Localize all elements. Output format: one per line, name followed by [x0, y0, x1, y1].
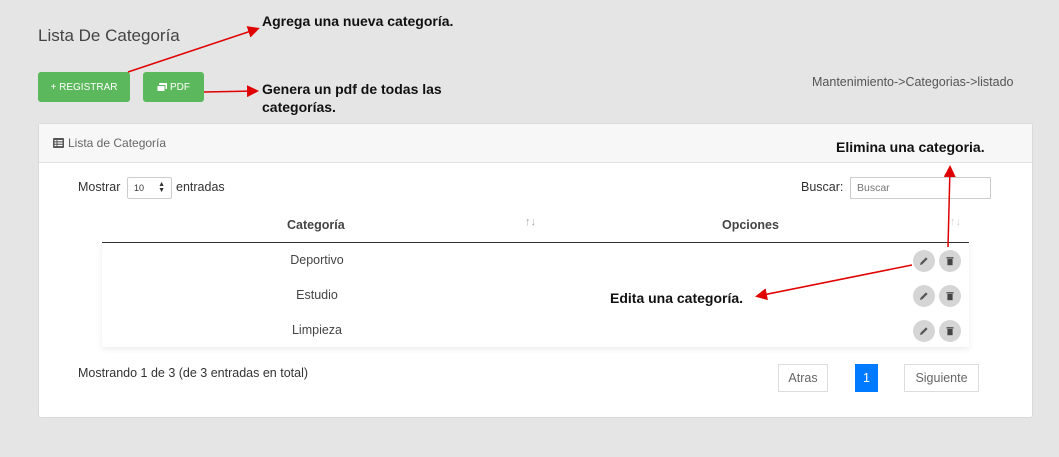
pagination-page-button[interactable]: 1	[855, 364, 878, 392]
annotation-pdf-line1: Genera un pdf de todas las	[262, 81, 442, 97]
pencil-icon	[920, 327, 928, 335]
table-row: Deportivo	[102, 243, 969, 278]
sort-icon[interactable]: ↑↓	[525, 216, 536, 228]
list-icon	[53, 138, 64, 148]
register-button[interactable]: + REGISTRAR	[38, 72, 130, 102]
search-field[interactable]	[850, 177, 991, 199]
trash-icon	[946, 257, 954, 266]
category-cell: Deportivo	[290, 253, 344, 267]
breadcrumb: Mantenimiento->Categorias->listado	[812, 75, 1014, 89]
trash-icon	[946, 292, 954, 301]
page-size-select[interactable]: 10 ▲ ▼	[127, 177, 172, 199]
show-label: Mostrar	[78, 180, 121, 194]
pencil-icon	[920, 257, 928, 265]
pdf-button-label: PDF	[170, 81, 190, 93]
pagination-page-label: 1	[863, 371, 870, 385]
table-row: Limpieza	[102, 313, 969, 348]
page-title: Lista De Categoría	[38, 26, 180, 45]
annotation-pdf-line2: categorías.	[262, 99, 336, 115]
category-cell: Estudio	[296, 288, 338, 302]
search-label: Buscar:	[801, 180, 844, 194]
column-header-categoria[interactable]: Categoría	[287, 218, 345, 232]
pdf-button[interactable]: PDF	[143, 72, 204, 102]
table-body: Deportivo Estudio Limpieza	[102, 243, 969, 347]
pagination-next-label: Siguiente	[915, 371, 968, 385]
pagination-next-button[interactable]: Siguiente	[904, 364, 979, 392]
delete-button[interactable]	[939, 320, 961, 342]
edit-button[interactable]	[913, 320, 935, 342]
select-arrows-icon: ▲ ▼	[158, 181, 165, 194]
table-info: Mostrando 1 de 3 (de 3 entradas en total…	[78, 366, 309, 380]
edit-button[interactable]	[913, 250, 935, 272]
pagination-prev-label: Atras	[788, 371, 818, 385]
arrow-to-pdf-note	[203, 85, 259, 98]
column-header-opciones: Opciones	[722, 218, 779, 232]
search-input[interactable]	[851, 178, 990, 198]
delete-button[interactable]	[939, 285, 961, 307]
page-size-value: 10	[134, 183, 145, 193]
annotation-add: Agrega una nueva categoría.	[262, 13, 454, 29]
entries-label: entradas	[176, 180, 225, 194]
trash-icon	[946, 327, 954, 336]
card-header-title: Lista de Categoría	[68, 136, 167, 150]
annotation-edit: Edita una categoría.	[610, 290, 744, 306]
pencil-icon	[920, 292, 928, 300]
edit-button[interactable]	[913, 285, 935, 307]
pagination-prev-button[interactable]: Atras	[778, 364, 828, 392]
copy-icon	[157, 82, 167, 92]
annotation-delete: Elimina una categoria.	[836, 139, 985, 155]
category-cell: Limpieza	[291, 323, 343, 337]
table-row: Estudio	[102, 278, 969, 313]
sort-icon: ↑↓	[950, 216, 961, 228]
register-button-label: + REGISTRAR	[50, 81, 118, 93]
delete-button[interactable]	[939, 250, 961, 272]
